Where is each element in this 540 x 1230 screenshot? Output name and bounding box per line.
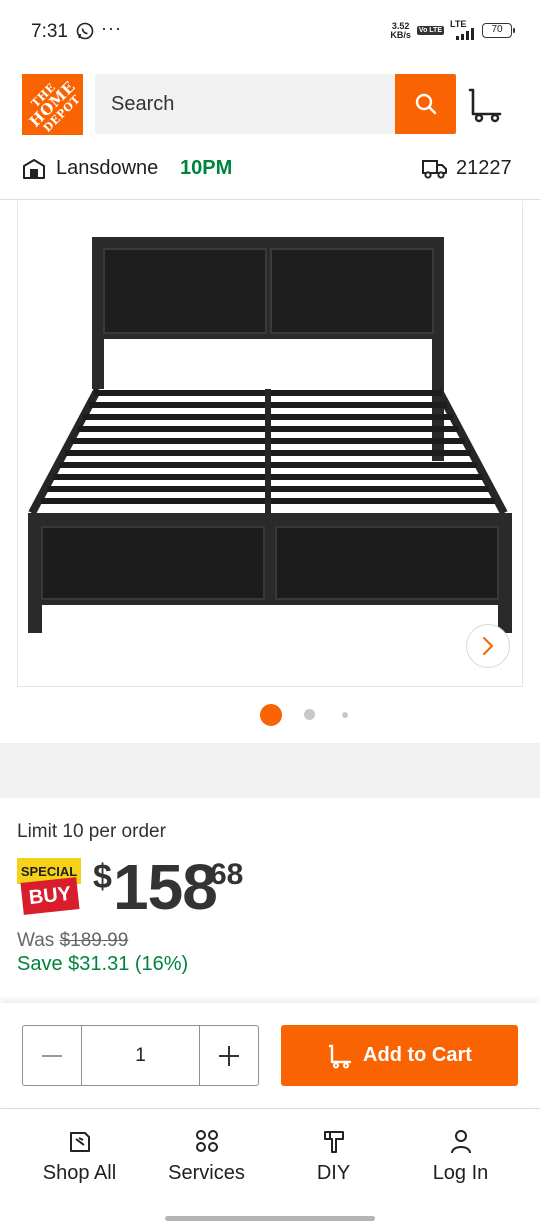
speed-unit: KB/s: [390, 29, 411, 40]
pagination-dot-active[interactable]: [260, 704, 282, 726]
status-time: 7:31: [31, 21, 68, 42]
add-to-cart-button[interactable]: Add to Cart: [281, 1025, 518, 1086]
diy-icon: [323, 1131, 344, 1153]
network-speed: 3.52 KB/s: [390, 21, 411, 40]
minus-icon: [42, 1054, 62, 1057]
shop-all-icon: [69, 1132, 90, 1152]
pagination-dot[interactable]: [304, 709, 315, 720]
battery-icon: 70: [482, 23, 515, 38]
nav-label: Services: [168, 1162, 245, 1184]
quantity-stepper: [22, 1025, 259, 1086]
order-limit: Limit 10 per order: [17, 821, 166, 842]
nav-label: Shop All: [42, 1162, 117, 1184]
status-indicators: 3.52 KB/s Vo LTE LTE 70: [390, 20, 515, 41]
header: THE HOME DEPOT: [0, 62, 540, 144]
home-depot-logo[interactable]: THE HOME DEPOT: [22, 74, 83, 135]
was-label: Was: [17, 930, 55, 951]
home-indicator[interactable]: [165, 1216, 375, 1221]
bottom-nav: Shop All Services DIY Log In: [0, 1110, 540, 1210]
cart-icon[interactable]: [466, 84, 506, 124]
network-type: LTE: [450, 19, 467, 29]
special-badge-bottom: BUY: [20, 877, 80, 915]
price-dollars: 158: [113, 851, 218, 923]
cart-icon: [328, 1044, 352, 1068]
search-icon: [415, 93, 436, 115]
logo-text: THE HOME DEPOT: [19, 71, 86, 138]
volte-badge: Vo LTE: [416, 26, 444, 35]
nav-diy[interactable]: DIY: [266, 1110, 401, 1210]
special-buy-badge: SPECIAL BUY: [17, 858, 83, 916]
signal-bars-icon: [456, 28, 474, 40]
was-price: $189.99: [59, 930, 129, 951]
next-image-button[interactable]: [466, 624, 510, 668]
user-icon: [450, 1130, 471, 1154]
search-button[interactable]: [395, 74, 456, 134]
delivery-zip[interactable]: 21227: [456, 157, 512, 180]
status-bar: 7:31 ··· 3.52 KB/s Vo LTE LTE 70: [0, 0, 540, 62]
search-input[interactable]: [111, 74, 381, 134]
price-currency: $: [93, 858, 112, 896]
search-box[interactable]: [95, 74, 397, 134]
pagination-dot[interactable]: [342, 712, 348, 718]
increase-quantity-button[interactable]: [199, 1026, 258, 1085]
action-bar: Add to Cart: [0, 1003, 540, 1109]
price-cents: 68: [210, 858, 244, 891]
product-image-card: [0, 201, 540, 743]
add-to-cart-label: Add to Cart: [363, 1044, 472, 1066]
nav-label: DIY: [316, 1162, 351, 1184]
services-icon: [195, 1130, 218, 1152]
was-price-row: Was $189.99: [17, 930, 128, 952]
decrease-quantity-button[interactable]: [23, 1026, 82, 1085]
notification-more-icon: ···: [101, 18, 122, 38]
chevron-right-icon: [483, 637, 493, 655]
product-image: [28, 237, 512, 633]
truck-icon[interactable]: [422, 158, 448, 180]
section-divider: [0, 743, 540, 798]
gallery-pagination: [0, 703, 540, 727]
nav-services[interactable]: Services: [139, 1110, 274, 1210]
store-name[interactable]: Lansdowne: [56, 157, 158, 180]
nav-log-in[interactable]: Log In: [393, 1110, 528, 1210]
store-hours: 10PM: [180, 157, 233, 179]
nav-shop-all[interactable]: Shop All: [12, 1110, 147, 1210]
whatsapp-icon: [76, 22, 94, 40]
signal-indicator: LTE: [450, 20, 476, 41]
store-icon[interactable]: [22, 157, 46, 181]
store-row: Lansdowne 10PM 21227: [0, 144, 540, 200]
quantity-input[interactable]: [82, 1026, 199, 1085]
plus-icon: [219, 1045, 239, 1066]
savings-text: Save $31.31 (16%): [17, 953, 189, 975]
nav-label: Log In: [432, 1162, 489, 1184]
